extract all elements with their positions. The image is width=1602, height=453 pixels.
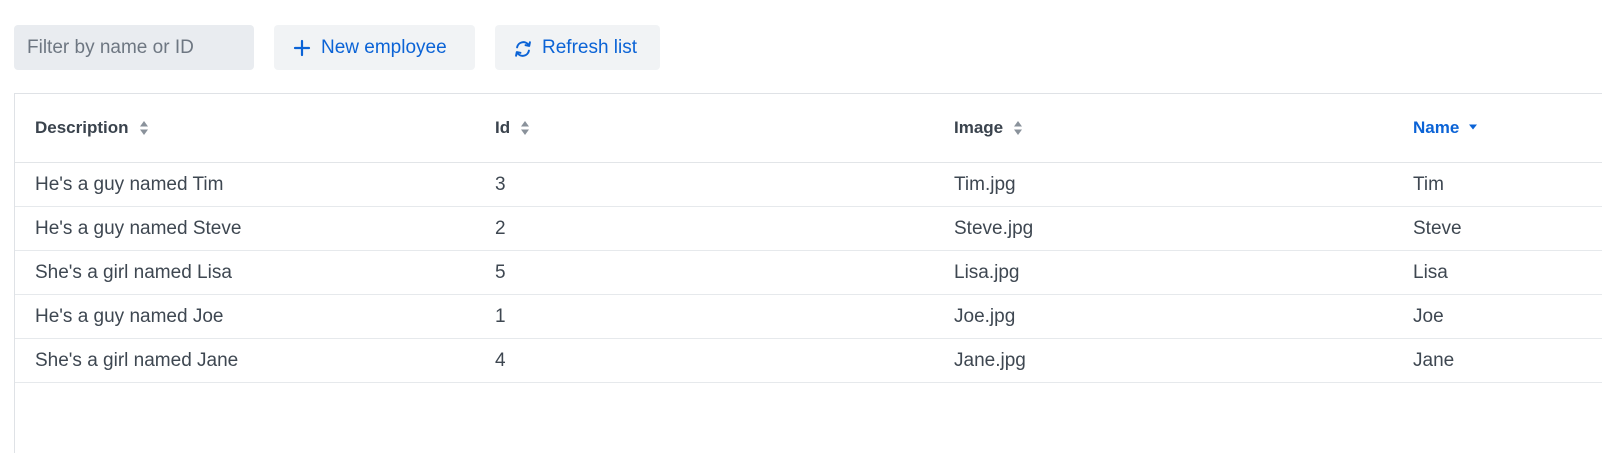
cell-image: Jane.jpg <box>954 349 1026 371</box>
cell-id: 1 <box>495 305 506 327</box>
toolbar: New employee Refresh list <box>14 25 660 70</box>
sort-icon <box>139 120 149 136</box>
column-header-image[interactable]: Image <box>954 94 1023 162</box>
new-employee-button[interactable]: New employee <box>274 25 475 70</box>
table-row[interactable]: He's a guy named Steve 2 Steve.jpg Steve <box>15 207 1602 251</box>
cell-description: She's a girl named Lisa <box>35 261 232 283</box>
cell-image: Joe.jpg <box>954 305 1016 327</box>
table-row[interactable]: She's a girl named Jane 4 Jane.jpg Jane <box>15 339 1602 383</box>
cell-name: Lisa <box>1413 261 1448 283</box>
cell-name: Tim <box>1413 173 1444 195</box>
employee-grid: Description Id Image Name He's a guy nam… <box>14 93 1602 453</box>
cell-description: She's a girl named Jane <box>35 349 239 371</box>
table-row[interactable]: She's a girl named Lisa 5 Lisa.jpg Lisa <box>15 251 1602 295</box>
cell-id: 3 <box>495 173 506 195</box>
sort-icon <box>1013 120 1023 136</box>
cell-id: 2 <box>495 217 506 239</box>
sort-icon <box>520 120 530 136</box>
refresh-list-button[interactable]: Refresh list <box>495 25 660 70</box>
column-header-label: Name <box>1413 118 1460 137</box>
new-employee-label: New employee <box>321 36 447 58</box>
header-row: Description Id Image Name <box>15 94 1602 163</box>
cell-id: 5 <box>495 261 506 283</box>
cell-description: He's a guy named Tim <box>35 173 224 195</box>
refresh-list-label: Refresh list <box>542 36 638 58</box>
cell-id: 4 <box>495 349 506 371</box>
cell-name: Joe <box>1413 305 1444 327</box>
column-header-description[interactable]: Description <box>35 94 149 162</box>
table-row[interactable]: He's a guy named Tim 3 Tim.jpg Tim <box>15 163 1602 207</box>
column-header-label: Description <box>35 118 129 137</box>
column-header-name[interactable]: Name <box>1413 94 1478 162</box>
cell-image: Lisa.jpg <box>954 261 1020 283</box>
cell-image: Tim.jpg <box>954 173 1016 195</box>
cell-image: Steve.jpg <box>954 217 1034 239</box>
cell-name: Steve <box>1413 217 1462 239</box>
cell-description: He's a guy named Joe <box>35 305 224 327</box>
filter-input[interactable] <box>14 25 254 70</box>
refresh-icon <box>513 38 533 58</box>
column-header-label: Id <box>495 118 511 137</box>
sort-descending-icon <box>1468 123 1478 139</box>
table-row[interactable]: He's a guy named Joe 1 Joe.jpg Joe <box>15 295 1602 339</box>
plus-icon <box>292 38 312 58</box>
column-header-label: Image <box>954 118 1004 137</box>
cell-name: Jane <box>1413 349 1455 371</box>
cell-description: He's a guy named Steve <box>35 217 242 239</box>
column-header-id[interactable]: Id <box>495 94 530 162</box>
